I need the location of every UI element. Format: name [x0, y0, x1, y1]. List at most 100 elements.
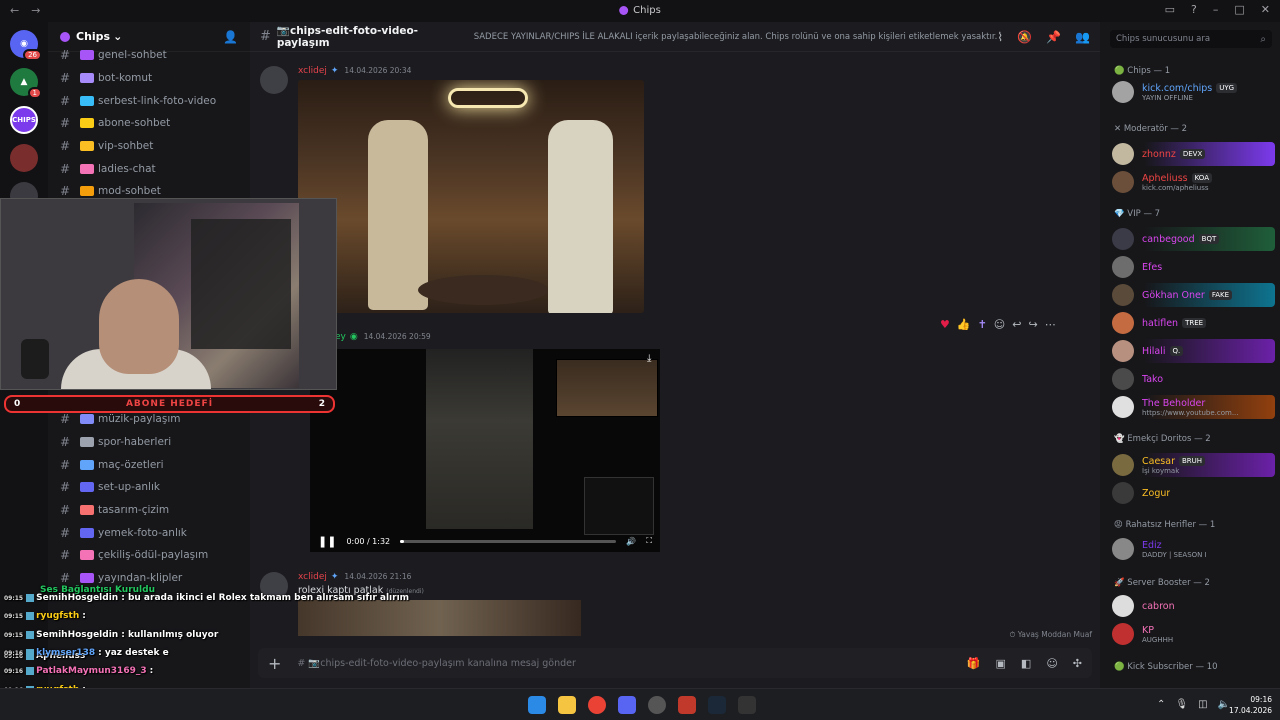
member-item[interactable]: Apheliuss KOA kick.com/apheliuss — [1112, 170, 1275, 194]
close-icon[interactable]: ✕ — [1261, 3, 1270, 16]
member-item[interactable]: zhonnz DEVX — [1112, 142, 1275, 166]
app-icon[interactable] — [678, 696, 696, 714]
search-input[interactable]: Chips sunucusunu ara ⌕ — [1110, 30, 1272, 48]
goal-end: 2 — [318, 399, 325, 409]
maximize-icon[interactable]: □ — [1234, 3, 1244, 16]
channel-item[interactable]: # vip-sohbet — [48, 135, 250, 158]
download-icon[interactable]: ⤓ — [647, 353, 651, 364]
member-item[interactable]: KP AUGHHH — [1112, 622, 1275, 646]
channel-item[interactable]: # abone-sohbet — [48, 112, 250, 135]
channel-item[interactable]: # bot-komut — [48, 67, 250, 90]
member-item[interactable]: Efes — [1112, 255, 1275, 279]
chat-time: 09:15 — [4, 631, 24, 639]
add-member-icon[interactable]: 👤 — [223, 30, 238, 44]
pause-icon[interactable]: ❚❚ — [318, 535, 336, 548]
stream-chat-line: 09:16 PatlakMaymun3169_3: — [4, 666, 153, 676]
member-item[interactable]: Ediz DADDY | SEASON I — [1112, 537, 1275, 561]
volume-icon[interactable]: 🔊 — [626, 537, 636, 546]
avatar — [1112, 171, 1134, 193]
member-name-row: kick.com/chips UYG — [1142, 83, 1238, 94]
reply-icon[interactable]: ↩ — [1012, 318, 1021, 331]
channel-item[interactable]: # genel-sohbet — [48, 44, 250, 67]
channel-item[interactable]: # maç-özetleri — [48, 453, 250, 476]
threads-icon[interactable]: ⌇ — [997, 30, 1003, 44]
browser-icon[interactable] — [648, 696, 666, 714]
apps-icon[interactable]: ✣ — [1073, 657, 1082, 670]
channel-item[interactable]: # tasarım-çizim — [48, 499, 250, 522]
avatar — [1112, 368, 1134, 390]
sticker-icon[interactable]: ◧ — [1021, 657, 1031, 670]
server-icon-green[interactable]: ▲ 1 — [10, 68, 42, 99]
home-button[interactable]: ◉ 26 — [10, 30, 42, 61]
clock[interactable]: 09:16 17.04.2026 — [1229, 694, 1272, 716]
steam-icon[interactable] — [708, 696, 726, 714]
server-icon[interactable] — [10, 144, 38, 172]
add-reaction-icon[interactable]: ☺ — [994, 318, 1005, 331]
chevron-up-icon[interactable]: ⌃ — [1157, 699, 1165, 710]
network-icon[interactable]: ◫ — [1198, 699, 1207, 710]
plus-icon[interactable]: + — [268, 654, 281, 673]
minimize-icon[interactable]: – — [1213, 3, 1219, 16]
more-icon[interactable]: ⋯ — [1045, 318, 1056, 331]
server-icon-chips[interactable]: CHIPS — [10, 106, 38, 134]
member-name-row: Efes — [1142, 262, 1162, 273]
forward-arrow-icon[interactable]: → — [31, 4, 40, 17]
video-progress[interactable] — [400, 539, 617, 543]
discord-icon[interactable] — [618, 696, 636, 714]
back-arrow-icon[interactable]: ← — [10, 4, 19, 17]
avatar[interactable] — [260, 66, 288, 94]
message-timestamp: 14.04.2026 20:34 — [344, 66, 412, 75]
channel-label: vip-sohbet — [98, 140, 154, 153]
mic-icon[interactable]: 🎙 — [1175, 699, 1188, 710]
channel-topic[interactable]: SADECE YAYINLAR/CHIPS İLE ALAKALI içerik… — [474, 32, 998, 42]
fullscreen-icon[interactable]: ⛶ — [646, 536, 652, 546]
start-icon[interactable] — [528, 696, 546, 714]
channel-label: bot-komut — [98, 72, 153, 85]
hash-icon: # — [60, 184, 71, 199]
attachment-image[interactable] — [298, 80, 644, 313]
member-item[interactable]: hatiflen TREE — [1112, 311, 1275, 335]
gift-icon[interactable]: 🎁 — [967, 657, 981, 670]
channel-item[interactable]: # spor-haberleri — [48, 431, 250, 454]
gif-icon[interactable]: ▣ — [996, 657, 1006, 670]
forward-icon[interactable]: ↪ — [1028, 318, 1037, 331]
file-explorer-icon[interactable] — [558, 696, 576, 714]
message-author[interactable]: xclidej — [298, 572, 327, 582]
notification-mute-icon[interactable]: 🔕 — [1017, 30, 1032, 44]
member-item[interactable]: Zogur — [1112, 481, 1275, 505]
stream-chat-line: 09:15 ryugfsth: — [4, 611, 86, 621]
member-item[interactable]: canbegood BQT — [1112, 227, 1275, 251]
member-item[interactable]: Caesar BRUH İşi koymak — [1112, 453, 1275, 477]
member-item[interactable]: Tako — [1112, 367, 1275, 391]
thumbs-up-reaction-icon[interactable]: 👍 — [957, 318, 971, 331]
notification-badge: 26 — [23, 49, 42, 61]
chrome-icon[interactable] — [588, 696, 606, 714]
epic-games-icon[interactable] — [738, 696, 756, 714]
message-author[interactable]: xclidej — [298, 66, 327, 76]
channel-item[interactable]: # set-up-anlık — [48, 476, 250, 499]
member-list: Chips sunucusunu ara ⌕ 🟢 Chips — 1 ✕ Moder… — [1100, 22, 1280, 688]
cross-reaction-icon[interactable]: ✝ — [978, 318, 987, 331]
poster — [191, 219, 291, 349]
help-icon[interactable]: ? — [1191, 3, 1197, 16]
pin-icon[interactable]: 📌 — [1046, 30, 1061, 44]
channel-item[interactable]: # yemek-foto-anlık — [48, 521, 250, 544]
avatar — [1112, 454, 1134, 476]
members-icon[interactable]: 👥 — [1075, 30, 1090, 44]
emoji-icon[interactable]: ☺ — [1046, 657, 1057, 670]
member-item[interactable]: Hilali Q. — [1112, 339, 1275, 363]
member-item[interactable]: Gökhan Öner FAKE — [1112, 283, 1275, 307]
member-item[interactable]: The Beholder https://www.youtube.com... — [1112, 395, 1275, 419]
message-composer[interactable]: + # 📷chips-edit-foto-video-paylaşım kana… — [258, 648, 1092, 678]
channel-item[interactable]: # serbest-link-foto-video — [48, 89, 250, 112]
channel-item[interactable]: # çekiliş-ödül-paylaşım — [48, 544, 250, 567]
member-item[interactable]: cabron — [1112, 594, 1275, 618]
video-player[interactable]: ⤓ ❚❚ 0:00 / 1:32 🔊 ⛶ — [310, 349, 660, 552]
member-item[interactable]: kick.com/chips UYG YAYIN OFFLINE — [1112, 80, 1275, 104]
attachment-image[interactable] — [298, 600, 581, 636]
inbox-icon[interactable]: ▭ — [1165, 3, 1175, 16]
kick-badge-icon — [26, 631, 35, 639]
heart-reaction-icon[interactable]: ♥ — [940, 318, 950, 331]
channel-item[interactable]: # ladies-chat — [48, 157, 250, 180]
composer-placeholder[interactable]: # 📷chips-edit-foto-video-paylaşım kanalı… — [297, 658, 575, 669]
